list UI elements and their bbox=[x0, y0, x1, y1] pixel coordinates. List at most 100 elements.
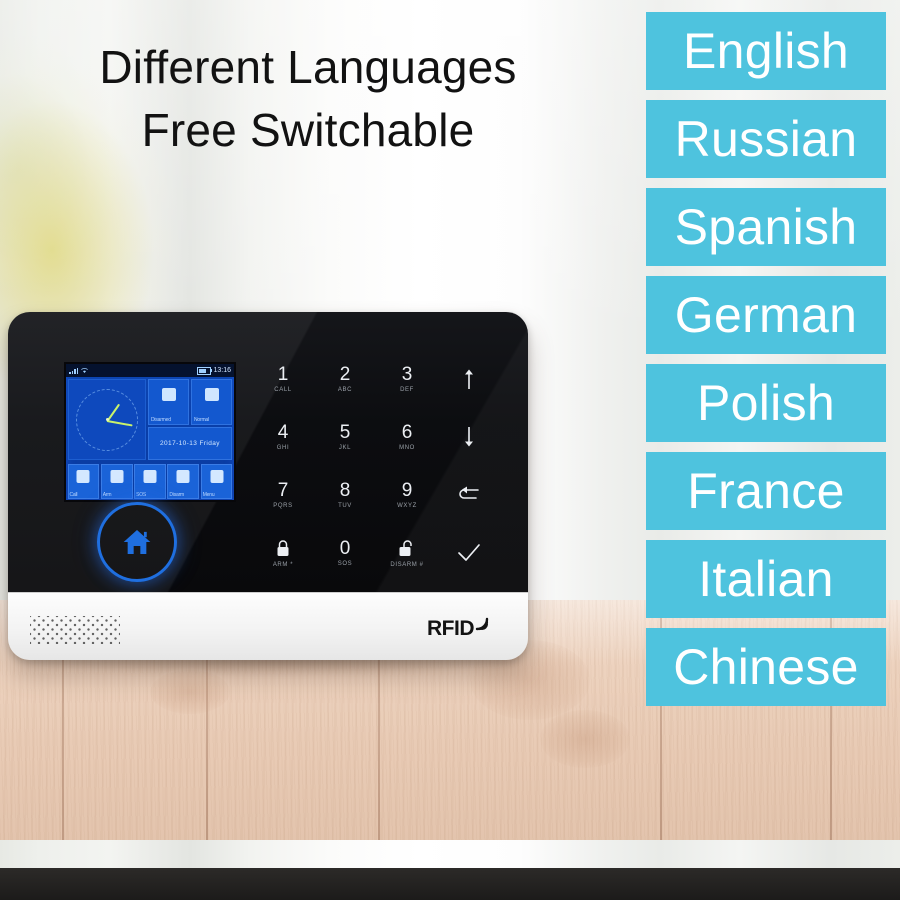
keypad-key-number: 1 bbox=[277, 364, 289, 385]
rfid-branding: RFID bbox=[427, 617, 492, 640]
lcd-function-key-label: Menu bbox=[202, 491, 215, 498]
lcd-screen[interactable]: 13:16 Disarmed Normal 2017-10-13 Friday … bbox=[64, 362, 236, 502]
menu-list-icon bbox=[210, 469, 224, 483]
keypad-key-sublabel: ARM * bbox=[272, 561, 294, 568]
keypad-key-3[interactable]: 3 DEF bbox=[376, 350, 438, 408]
keypad-key-back-arrow-icon[interactable] bbox=[438, 466, 500, 524]
lcd-function-key[interactable]: Call bbox=[67, 463, 100, 499]
language-badge-label: Polish bbox=[697, 375, 835, 431]
keypad-row: 7 PQRS 8 TUV 9 WXYZ bbox=[252, 466, 502, 524]
keypad-key-5[interactable]: 5 JKL bbox=[314, 408, 376, 466]
keypad-key-sublabel: JKL bbox=[338, 445, 352, 451]
keypad-key-number: 3 bbox=[401, 364, 413, 385]
keypad-key-arrow-up-icon[interactable] bbox=[438, 350, 500, 408]
table-edge bbox=[0, 838, 900, 870]
language-badge[interactable]: Spanish bbox=[646, 188, 886, 266]
language-badge[interactable]: Russian bbox=[646, 100, 886, 178]
wifi-icon bbox=[81, 368, 88, 373]
keypad-key-sublabel: SOS bbox=[337, 561, 353, 567]
lcd-main-area: Disarmed Normal 2017-10-13 Friday bbox=[66, 377, 234, 462]
keypad-key-sublabel: ABC bbox=[337, 387, 353, 393]
lcd-function-key[interactable]: SOS bbox=[134, 463, 166, 499]
keypad-key-4[interactable]: 4 GHI bbox=[252, 408, 314, 466]
keypad-key-sublabel: DISARM # bbox=[390, 561, 424, 568]
keypad-key-number: 5 bbox=[339, 422, 351, 443]
lcd-function-key-row: Call Arm SOS Disarm Menu bbox=[66, 462, 234, 500]
keypad-key-number: 9 bbox=[401, 480, 413, 501]
keypad-key-number: 4 bbox=[277, 422, 289, 443]
lcd-date-text: 2017-10-13 Friday bbox=[160, 440, 220, 447]
wood-knot bbox=[150, 670, 230, 714]
lock-open-icon bbox=[398, 539, 416, 559]
check-icon bbox=[457, 543, 481, 563]
keypad-key-0[interactable]: 0 SOS bbox=[314, 524, 376, 582]
analog-clock-widget bbox=[68, 379, 146, 460]
keypad-key-number: 6 bbox=[401, 422, 413, 443]
keypad-key-number: 2 bbox=[339, 364, 351, 385]
headline-line-1: Different Languages bbox=[99, 41, 517, 93]
home-button[interactable] bbox=[97, 502, 177, 582]
language-badge-list: English Russian Spanish German Polish France I… bbox=[646, 12, 886, 716]
tile-disarmed[interactable]: Disarmed bbox=[148, 379, 189, 425]
arrow-down-icon bbox=[462, 426, 476, 448]
lcd-tiles: Disarmed Normal 2017-10-13 Friday bbox=[148, 379, 232, 460]
language-badge-label: Chinese bbox=[673, 639, 859, 695]
keypad-key-check-icon[interactable] bbox=[438, 524, 500, 582]
rfid-label: RFID bbox=[427, 617, 475, 640]
keypad-key-sublabel: CALL bbox=[274, 387, 292, 393]
keypad-key-9[interactable]: 9 WXYZ bbox=[376, 466, 438, 524]
sos-icon bbox=[143, 469, 157, 483]
language-badge[interactable]: Italian bbox=[646, 540, 886, 618]
alarm-panel-device: 13:16 Disarmed Normal 2017-10-13 Friday … bbox=[8, 312, 528, 660]
speaker-grille-icon bbox=[30, 616, 120, 644]
keypad-key-1[interactable]: 1 CALL bbox=[252, 350, 314, 408]
lcd-function-key[interactable]: Arm bbox=[100, 463, 133, 499]
lcd-function-key-label: Disarm bbox=[169, 491, 185, 498]
keypad-key-sublabel: MNO bbox=[399, 445, 415, 451]
status-normal-icon bbox=[204, 388, 219, 401]
keypad-key-arrow-down-icon[interactable] bbox=[438, 408, 500, 466]
language-badge-label: Russian bbox=[674, 111, 858, 167]
keypad-key-sublabel: WXYZ bbox=[397, 503, 417, 509]
keypad-key-number: 8 bbox=[339, 480, 351, 501]
keypad-key-sublabel: PQRS bbox=[273, 503, 293, 509]
keypad-row: ARM * 0 SOS DISARM # bbox=[252, 524, 502, 582]
lcd-function-key[interactable]: Menu bbox=[200, 463, 233, 499]
language-badge-label: Italian bbox=[698, 551, 834, 607]
lcd-function-key[interactable]: Disarm bbox=[167, 463, 200, 499]
promo-image: Different Languages Free Switchable Engl… bbox=[0, 0, 900, 900]
keypad-key-number: 0 bbox=[339, 538, 351, 559]
keypad-row: 4 GHI 5 JKL 6 MNO bbox=[252, 408, 502, 466]
rfid-wave-icon bbox=[475, 617, 489, 631]
keypad-key-6[interactable]: 6 MNO bbox=[376, 408, 438, 466]
signal-bars-icon bbox=[69, 367, 78, 374]
language-badge-label: English bbox=[682, 23, 850, 79]
tile-normal[interactable]: Normal bbox=[191, 379, 232, 425]
language-badge[interactable]: France bbox=[646, 452, 886, 530]
bottom-dark-strip bbox=[0, 868, 900, 900]
language-badge[interactable]: Chinese bbox=[646, 628, 886, 706]
lcd-function-key-label: SOS bbox=[136, 491, 147, 498]
lcd-function-key-label: Arm bbox=[102, 491, 112, 498]
keypad-key-lock-open-icon[interactable]: DISARM # bbox=[376, 524, 438, 582]
keypad-key-sublabel: TUV bbox=[338, 503, 352, 509]
lcd-function-key-label: Call bbox=[69, 491, 78, 498]
lock-icon bbox=[110, 469, 124, 483]
language-badge[interactable]: English bbox=[646, 12, 886, 90]
page-title: Different Languages Free Switchable bbox=[0, 36, 616, 163]
language-badge[interactable]: Polish bbox=[646, 364, 886, 442]
keypad-key-sublabel: GHI bbox=[276, 445, 290, 451]
keypad-key-number: 7 bbox=[277, 480, 289, 501]
language-badge[interactable]: German bbox=[646, 276, 886, 354]
back-arrow-icon bbox=[457, 486, 481, 504]
clock-pivot bbox=[105, 418, 109, 421]
arrow-up-icon bbox=[462, 368, 476, 390]
lcd-date-bar: 2017-10-13 Friday bbox=[148, 427, 232, 460]
wood-knot bbox=[540, 710, 630, 768]
keypad-key-lock-closed-icon[interactable]: ARM * bbox=[252, 524, 314, 582]
keypad-key-2[interactable]: 2 ABC bbox=[314, 350, 376, 408]
keypad-key-7[interactable]: 7 PQRS bbox=[252, 466, 314, 524]
tile-label: Normal bbox=[194, 417, 209, 423]
keypad-key-8[interactable]: 8 TUV bbox=[314, 466, 376, 524]
language-badge-label: Spanish bbox=[674, 199, 858, 255]
